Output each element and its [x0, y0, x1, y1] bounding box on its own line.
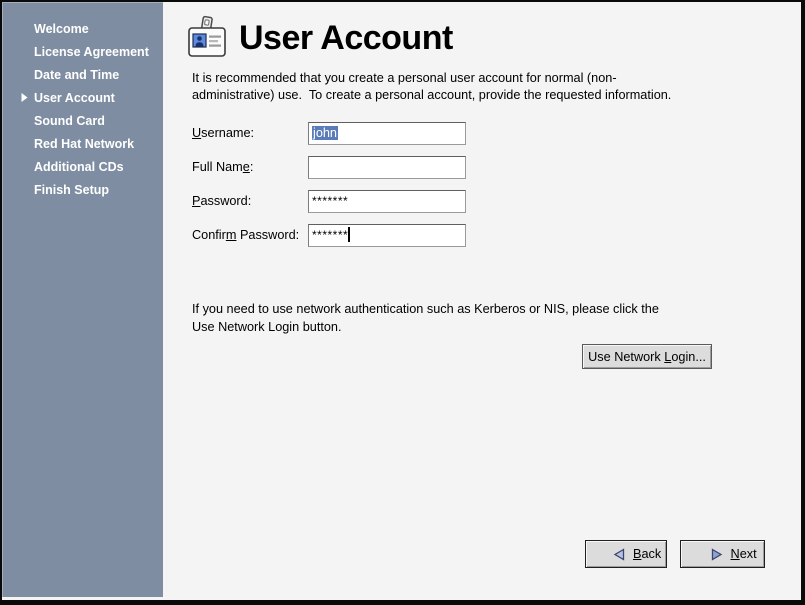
- sidebar-item-label: Red Hat Network: [34, 137, 134, 151]
- wizard-steps-sidebar: Welcome License Agreement Date and Time …: [2, 2, 163, 597]
- sidebar-item-finish-setup[interactable]: Finish Setup: [3, 178, 163, 201]
- intro-line: administrative) use. To create a persona…: [192, 87, 671, 104]
- intro-line: It is recommended that you create a pers…: [192, 70, 671, 87]
- next-arrow-icon: [688, 548, 723, 561]
- network-auth-text: If you need to use network authenticatio…: [192, 301, 659, 336]
- sidebar-item-label: Additional CDs: [34, 160, 124, 174]
- sidebar-item-sound-card[interactable]: Sound Card: [3, 109, 163, 132]
- text-cursor: [348, 227, 350, 242]
- sidebar-item-red-hat-network[interactable]: Red Hat Network: [3, 132, 163, 155]
- sidebar-item-welcome[interactable]: Welcome: [3, 17, 163, 40]
- network-auth-line: If you need to use network authenticatio…: [192, 301, 659, 319]
- sidebar-item-label: Welcome: [34, 22, 89, 36]
- button-label: Use Network Login...: [588, 350, 706, 364]
- username-label: Username:: [192, 122, 254, 145]
- confirm-password-input[interactable]: *******: [308, 224, 466, 247]
- button-label: Next: [731, 547, 757, 561]
- button-label: Back: [633, 547, 661, 561]
- setup-agent-window: Welcome License Agreement Date and Time …: [2, 2, 801, 600]
- username-row: Username: john: [192, 122, 642, 145]
- sidebar-item-label: Finish Setup: [34, 183, 109, 197]
- confirm-password-label: Confirm Password:: [192, 224, 299, 247]
- password-row: Password: *******: [192, 190, 642, 213]
- full-name-input[interactable]: [308, 156, 466, 179]
- back-arrow-icon: [591, 548, 626, 561]
- password-label: Password:: [192, 190, 251, 213]
- intro-text: It is recommended that you create a pers…: [192, 70, 671, 104]
- sidebar-item-label: User Account: [34, 91, 115, 105]
- selected-text: john: [312, 126, 338, 140]
- back-button[interactable]: Back: [585, 540, 667, 568]
- next-button[interactable]: Next: [680, 540, 765, 568]
- page-title: User Account: [239, 19, 453, 58]
- full-name-label: Full Name:: [192, 156, 253, 179]
- sidebar-item-date-and-time[interactable]: Date and Time: [3, 63, 163, 86]
- id-badge-icon: [186, 15, 228, 61]
- username-input[interactable]: john: [308, 122, 466, 145]
- masked-password: *******: [312, 228, 348, 242]
- active-step-arrow-icon: [21, 93, 28, 102]
- sidebar-item-license-agreement[interactable]: License Agreement: [3, 40, 163, 63]
- sidebar-item-label: Sound Card: [34, 114, 105, 128]
- sidebar-item-user-account[interactable]: User Account: [3, 86, 163, 109]
- sidebar-item-label: Date and Time: [34, 68, 119, 82]
- page-header: User Account: [186, 14, 453, 62]
- sidebar-item-label: License Agreement: [34, 45, 149, 59]
- use-network-login-button[interactable]: Use Network Login...: [582, 344, 712, 369]
- account-form: Username: john Full Name: Password: ****…: [192, 122, 642, 258]
- sidebar-item-additional-cds[interactable]: Additional CDs: [3, 155, 163, 178]
- masked-password: *******: [312, 194, 348, 208]
- password-input[interactable]: *******: [308, 190, 466, 213]
- network-auth-line: Use Network Login button.: [192, 319, 659, 337]
- confirm-password-row: Confirm Password: *******: [192, 224, 642, 247]
- full-name-row: Full Name:: [192, 156, 642, 179]
